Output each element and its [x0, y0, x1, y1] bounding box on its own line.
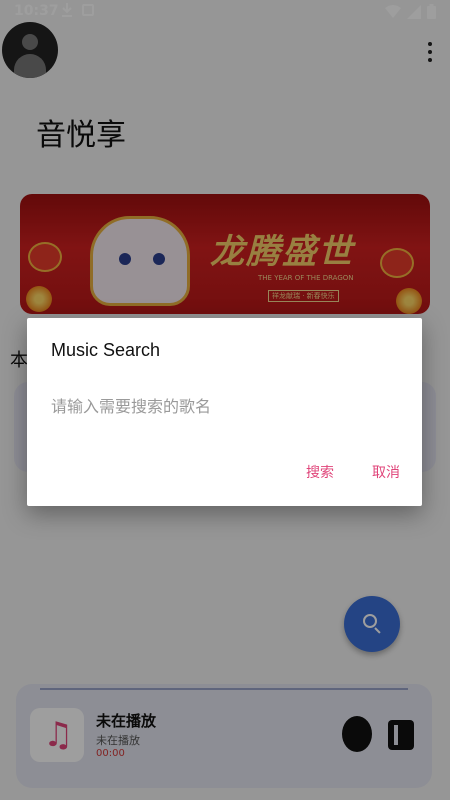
music-search-dialog: Music Search 搜索 取消	[27, 318, 422, 506]
search-button[interactable]: 搜索	[306, 462, 334, 482]
cancel-button[interactable]: 取消	[372, 462, 400, 482]
dialog-actions: 搜索 取消	[306, 462, 400, 482]
song-search-input[interactable]	[51, 392, 391, 420]
dialog-title: Music Search	[51, 340, 161, 360]
